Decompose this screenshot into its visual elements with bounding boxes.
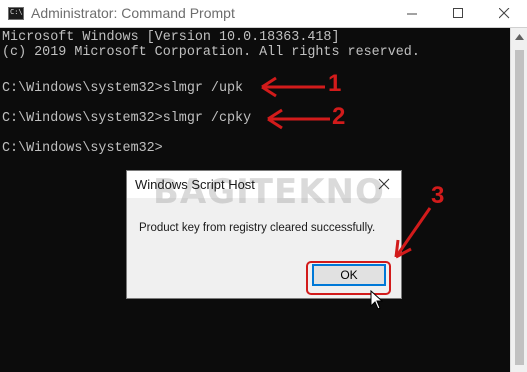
terminal-line: C:\Windows\system32>slmgr /upk xyxy=(2,81,244,96)
scroll-up-arrow-icon[interactable] xyxy=(515,34,524,40)
maximize-icon xyxy=(453,8,463,18)
close-button[interactable] xyxy=(481,0,527,27)
terminal-line: C:\Windows\system32> xyxy=(2,141,163,156)
terminal-line: C:\Windows\system32>slmgr /cpky xyxy=(2,111,252,126)
terminal-line: (c) 2019 Microsoft Corporation. All righ… xyxy=(2,45,420,60)
vertical-scrollbar[interactable] xyxy=(510,28,527,372)
close-icon xyxy=(499,8,510,19)
mouse-pointer-icon xyxy=(370,290,384,310)
step-3-number: 3 xyxy=(431,182,445,209)
window-title: Administrator: Command Prompt xyxy=(31,5,235,21)
step-1-number: 1 xyxy=(328,70,342,97)
dialog-close-icon[interactable] xyxy=(377,177,391,191)
dialog-title-bar: BAGITEKNO Windows Script Host xyxy=(127,171,401,212)
minimize-button[interactable] xyxy=(389,0,435,27)
maximize-button[interactable] xyxy=(435,0,481,27)
scroll-thumb[interactable] xyxy=(515,50,524,365)
dialog-message: Product key from registry cleared succes… xyxy=(139,222,376,234)
title-bar: C:\ Administrator: Command Prompt xyxy=(0,0,527,28)
command-prompt-icon: C:\ xyxy=(8,7,24,20)
step-2-number: 2 xyxy=(332,103,346,130)
command-prompt-icon-label: C:\ xyxy=(10,8,23,16)
minimize-icon xyxy=(407,13,417,15)
terminal-line: Microsoft Windows [Version 10.0.18363.41… xyxy=(2,30,340,45)
dialog-title: Windows Script Host xyxy=(135,177,255,192)
